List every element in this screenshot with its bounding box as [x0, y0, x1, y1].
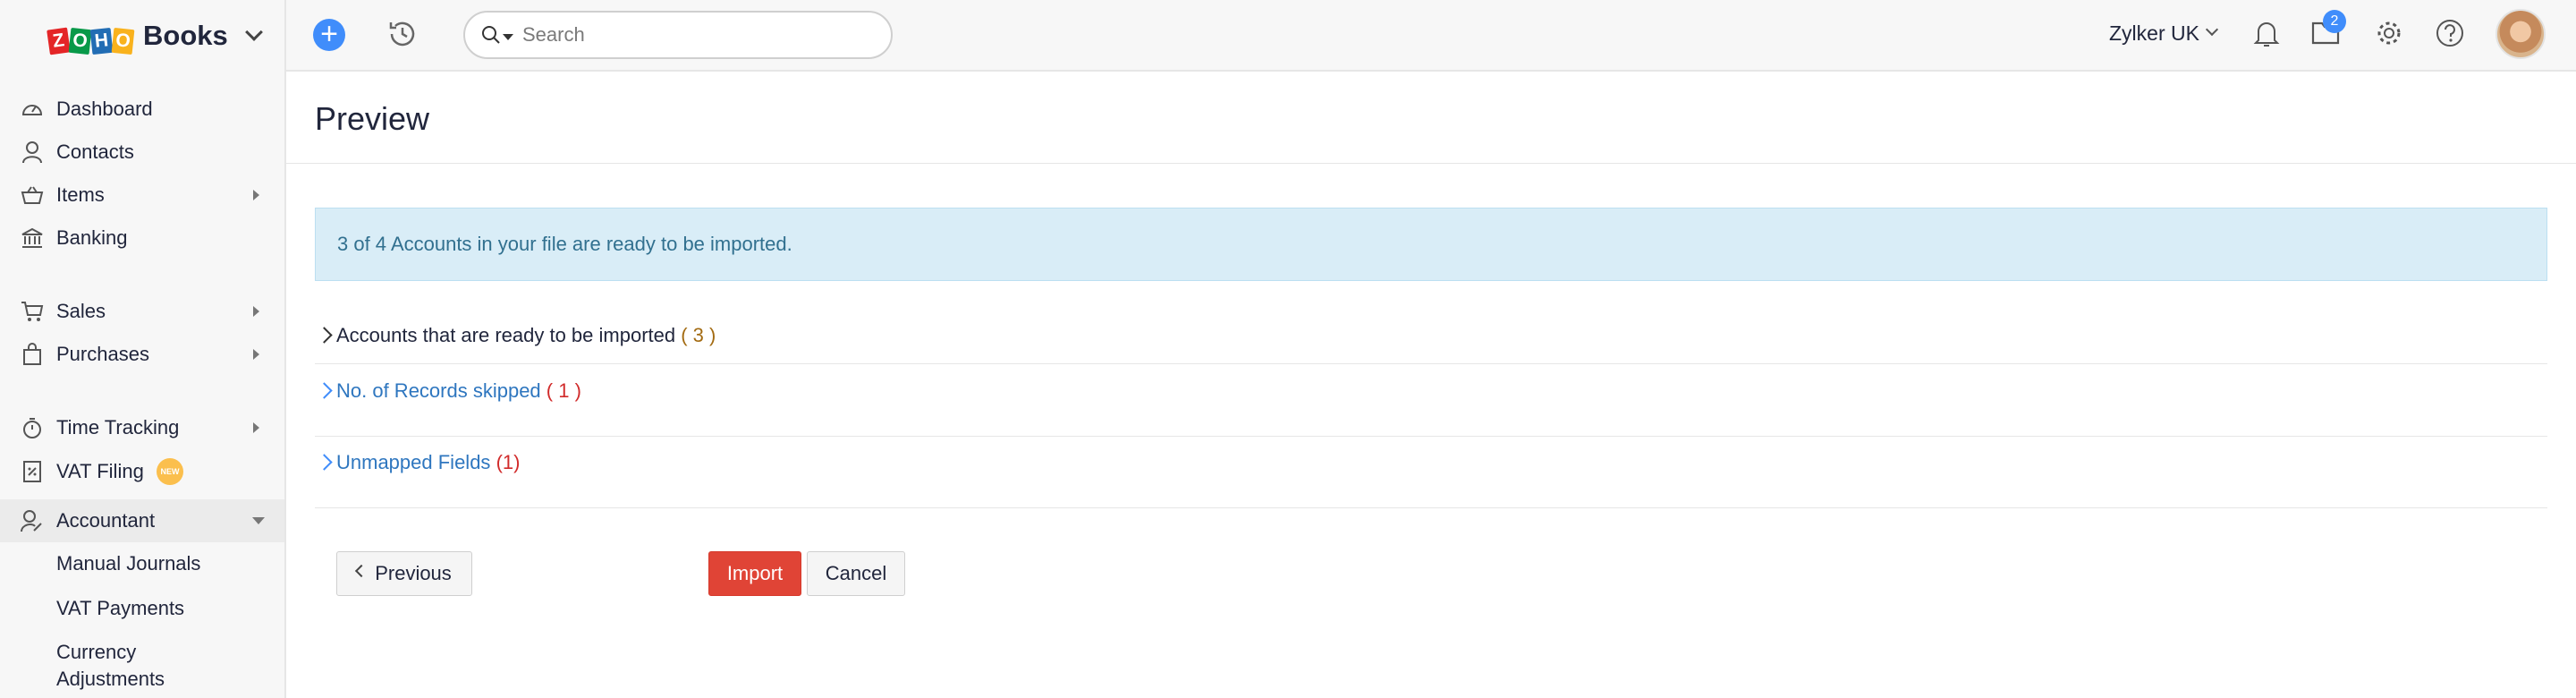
section-count: (1): [496, 451, 521, 473]
help-icon[interactable]: [2435, 18, 2465, 53]
chevron-right-icon: [253, 422, 259, 433]
sidebar-item-label: Items: [56, 183, 105, 206]
main-content: Preview 3 of 4 Accounts in your file are…: [286, 72, 2576, 698]
chevron-right-icon: [316, 327, 333, 344]
accountant-icon: [20, 508, 45, 533]
previous-button[interactable]: Previous: [336, 551, 472, 596]
divider: [315, 507, 2547, 508]
section-count: ( 3 ): [681, 324, 716, 346]
sidebar-subitem-manual-journals[interactable]: Manual Journals: [56, 550, 200, 577]
divider: [315, 507, 2547, 509]
chevron-right-icon: [316, 454, 333, 471]
sidebar-item-purchases[interactable]: Purchases: [0, 333, 284, 376]
chevron-right-icon: [253, 190, 259, 200]
organization-switcher[interactable]: Zylker UK: [2109, 21, 2199, 46]
divider: [286, 163, 2576, 164]
bell-icon[interactable]: [2252, 18, 2281, 53]
sidebar-item-time-tracking[interactable]: Time Tracking: [0, 406, 284, 449]
notification-count-badge: 2: [2323, 10, 2346, 33]
divider: [315, 436, 2547, 438]
logo-letter: Z: [47, 27, 71, 55]
subitem-label-line: Currency: [56, 641, 137, 663]
chevron-right-icon: [253, 349, 259, 360]
sidebar: Z O H O Books Dashboard Contacts Items B…: [0, 0, 286, 698]
divider: [315, 363, 2547, 364]
vat-icon: [20, 459, 45, 484]
sidebar-item-items[interactable]: Items: [0, 174, 284, 217]
chevron-down-icon: [2205, 22, 2219, 37]
previous-button-label: Previous: [375, 562, 452, 584]
sidebar-item-label: Sales: [56, 300, 106, 322]
avatar[interactable]: [2496, 9, 2546, 59]
quick-create-button[interactable]: +: [313, 19, 345, 51]
divider: [315, 436, 2547, 437]
sidebar-item-sales[interactable]: Sales: [0, 290, 284, 333]
page-title: Preview: [315, 100, 430, 137]
bag-icon: [20, 342, 45, 367]
new-badge: NEW: [157, 458, 183, 485]
dashboard-icon: [20, 97, 45, 122]
sidebar-item-label: Time Tracking: [56, 416, 180, 438]
sidebar-item-label: Accountant: [56, 509, 156, 532]
cancel-button[interactable]: Cancel: [807, 551, 905, 596]
zoho-logo: Z O H O: [47, 18, 135, 55]
logo-letter: H: [89, 27, 114, 55]
chevron-down-icon: [252, 517, 265, 524]
logo-letter: O: [68, 27, 92, 55]
divider: [315, 363, 2547, 365]
import-button[interactable]: Import: [708, 551, 801, 596]
bank-icon: [20, 226, 45, 251]
sidebar-item-label: Dashboard: [56, 98, 153, 120]
section-ready-accounts[interactable]: Accounts that are ready to be imported (…: [315, 322, 2547, 349]
chevron-left-icon: [355, 564, 369, 578]
sidebar-item-banking[interactable]: Banking: [0, 217, 284, 260]
person-icon: [20, 140, 45, 165]
search-icon[interactable]: [481, 25, 501, 49]
chevron-right-icon: [253, 306, 259, 317]
sidebar-item-label: Banking: [56, 226, 128, 249]
stopwatch-icon: [20, 415, 45, 440]
sidebar-item-contacts[interactable]: Contacts: [0, 131, 284, 174]
section-count: ( 1 ): [546, 379, 581, 402]
sidebar-item-label: VAT Filing: [56, 460, 144, 482]
sidebar-item-dashboard[interactable]: Dashboard: [0, 88, 284, 131]
chevron-right-icon: [316, 382, 333, 399]
section-header: Accounts that are ready to be imported (…: [336, 324, 716, 347]
import-status-banner: 3 of 4 Accounts in your file are ready t…: [315, 208, 2547, 281]
cart-icon: [20, 299, 45, 324]
logo-letter: O: [111, 27, 135, 55]
search-input[interactable]: [522, 21, 871, 48]
chevron-down-icon: [244, 23, 263, 41]
product-name: Books: [143, 20, 228, 51]
section-header: Unmapped Fields (1): [336, 451, 520, 474]
section-label: Accounts that are ready to be imported: [336, 324, 676, 346]
search-filter-caret-icon[interactable]: [503, 34, 513, 40]
section-unmapped-fields[interactable]: Unmapped Fields (1): [315, 449, 2547, 476]
sidebar-item-label: Purchases: [56, 343, 149, 365]
gear-icon[interactable]: [2374, 18, 2404, 53]
section-header: No. of Records skipped ( 1 ): [336, 379, 581, 403]
sidebar-item-label: Contacts: [56, 140, 134, 163]
search-box: [463, 11, 893, 59]
sidebar-item-vat-filing[interactable]: VAT Filing NEW: [0, 450, 284, 493]
section-label: Unmapped Fields: [336, 451, 491, 473]
subitem-label-line: Adjustments: [56, 668, 165, 690]
sidebar-subitem-currency-adjustments[interactable]: Currency Adjustments: [56, 639, 165, 693]
section-label: No. of Records skipped: [336, 379, 541, 402]
sidebar-subitem-vat-payments[interactable]: VAT Payments: [56, 595, 184, 622]
history-icon[interactable]: [386, 18, 419, 55]
section-records-skipped[interactable]: No. of Records skipped ( 1 ): [315, 378, 2547, 404]
top-header: + Zylker UK 2: [286, 0, 2576, 72]
basket-icon: [20, 183, 45, 208]
sidebar-item-accountant[interactable]: Accountant: [0, 499, 284, 542]
brand-switcher[interactable]: Z O H O Books: [0, 0, 284, 72]
